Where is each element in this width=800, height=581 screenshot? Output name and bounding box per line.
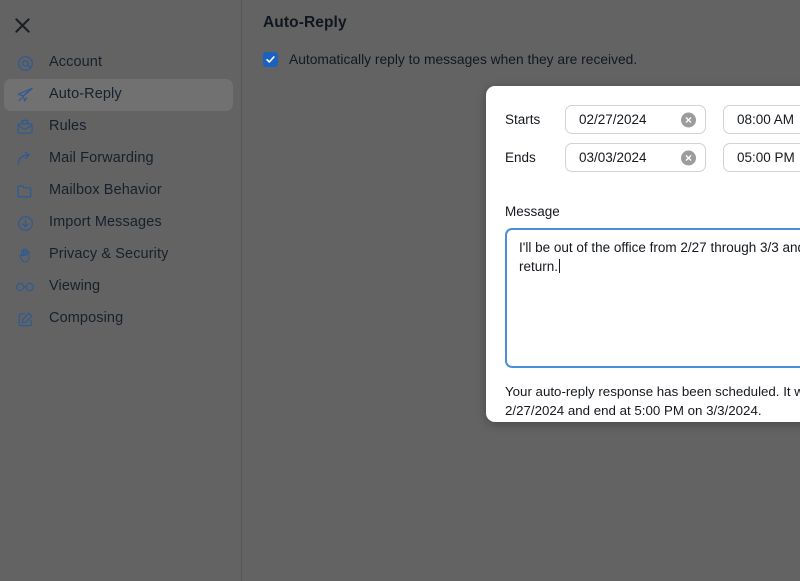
clear-circle-icon (684, 153, 693, 162)
auto-reply-schedule-dialog: Starts 02/27/2024 08:00 AM Ends 03/03/20… (486, 86, 800, 422)
forward-arrow-icon (14, 149, 36, 169)
starts-time-input[interactable]: 08:00 AM (723, 105, 800, 134)
settings-sidebar: Account Auto-Reply Rules Mail Forwarding… (0, 0, 242, 581)
auto-reply-checkbox-label: Automatically reply to messages when the… (289, 51, 638, 67)
sidebar-item-label: Auto-Reply (49, 86, 122, 103)
download-icon (14, 213, 36, 233)
at-sign-icon (14, 53, 36, 73)
auto-reply-checkbox[interactable] (263, 52, 278, 67)
ends-label: Ends (505, 149, 536, 165)
sidebar-item-viewing[interactable]: Viewing (4, 271, 233, 303)
starts-date-clear-button[interactable] (681, 112, 696, 127)
starts-time-value: 08:00 AM (737, 112, 795, 127)
starts-row: Starts 02/27/2024 08:00 AM (505, 105, 800, 134)
sidebar-item-import-messages[interactable]: Import Messages (4, 207, 233, 239)
auto-reply-panel: Auto-Reply Automatically reply to messag… (242, 0, 800, 581)
message-textarea[interactable]: I'll be out of the office from 2/27 thro… (505, 228, 800, 368)
close-icon (14, 17, 31, 34)
ends-date-value: 03/03/2024 (579, 150, 647, 165)
sidebar-item-label: Mailbox Behavior (49, 182, 162, 199)
auto-reply-toggle-row[interactable]: Automatically reply to messages when the… (263, 52, 637, 67)
glasses-icon (14, 277, 36, 297)
ends-time-value: 05:00 PM (737, 150, 795, 165)
schedule-status-text: Your auto-reply response has been schedu… (505, 384, 800, 418)
sidebar-item-composing[interactable]: Composing (4, 303, 233, 335)
sidebar-item-mail-forwarding[interactable]: Mail Forwarding (4, 143, 233, 175)
sidebar-item-label: Viewing (49, 278, 101, 295)
message-text: I'll be out of the office from 2/27 thro… (519, 240, 800, 274)
sidebar-item-label: Mail Forwarding (49, 150, 154, 167)
settings-nav: Account Auto-Reply Rules Mail Forwarding… (0, 47, 241, 335)
sidebar-item-label: Account (49, 54, 103, 71)
starts-date-input[interactable]: 02/27/2024 (565, 105, 706, 134)
ends-row: Ends 03/03/2024 05:00 PM (505, 143, 800, 172)
text-caret (559, 258, 561, 273)
paper-plane-icon (14, 85, 36, 105)
close-button[interactable] (11, 14, 33, 36)
ends-time-input[interactable]: 05:00 PM (723, 143, 800, 172)
sidebar-item-privacy-security[interactable]: Privacy & Security (4, 239, 233, 271)
ends-date-clear-button[interactable] (681, 150, 696, 165)
sidebar-item-rules[interactable]: Rules (4, 111, 233, 143)
sidebar-item-label: Rules (49, 118, 87, 135)
mail-rules-icon (14, 117, 36, 137)
checkmark-icon (265, 54, 276, 65)
page-title: Auto-Reply (263, 14, 347, 31)
ends-date-input[interactable]: 03/03/2024 (565, 143, 706, 172)
message-label: Message (505, 204, 560, 219)
folder-icon (14, 181, 36, 201)
sidebar-item-account[interactable]: Account (4, 47, 233, 79)
hand-icon (14, 245, 36, 265)
clear-circle-icon (684, 115, 693, 124)
sidebar-item-label: Composing (49, 310, 124, 327)
sidebar-item-auto-reply[interactable]: Auto-Reply (4, 79, 233, 111)
sidebar-item-mailbox-behavior[interactable]: Mailbox Behavior (4, 175, 233, 207)
settings-window: Account Auto-Reply Rules Mail Forwarding… (0, 0, 800, 581)
compose-icon (14, 309, 36, 329)
starts-date-value: 02/27/2024 (579, 112, 647, 127)
sidebar-item-label: Privacy & Security (49, 246, 169, 263)
sidebar-item-label: Import Messages (49, 214, 162, 231)
starts-label: Starts (505, 111, 541, 127)
